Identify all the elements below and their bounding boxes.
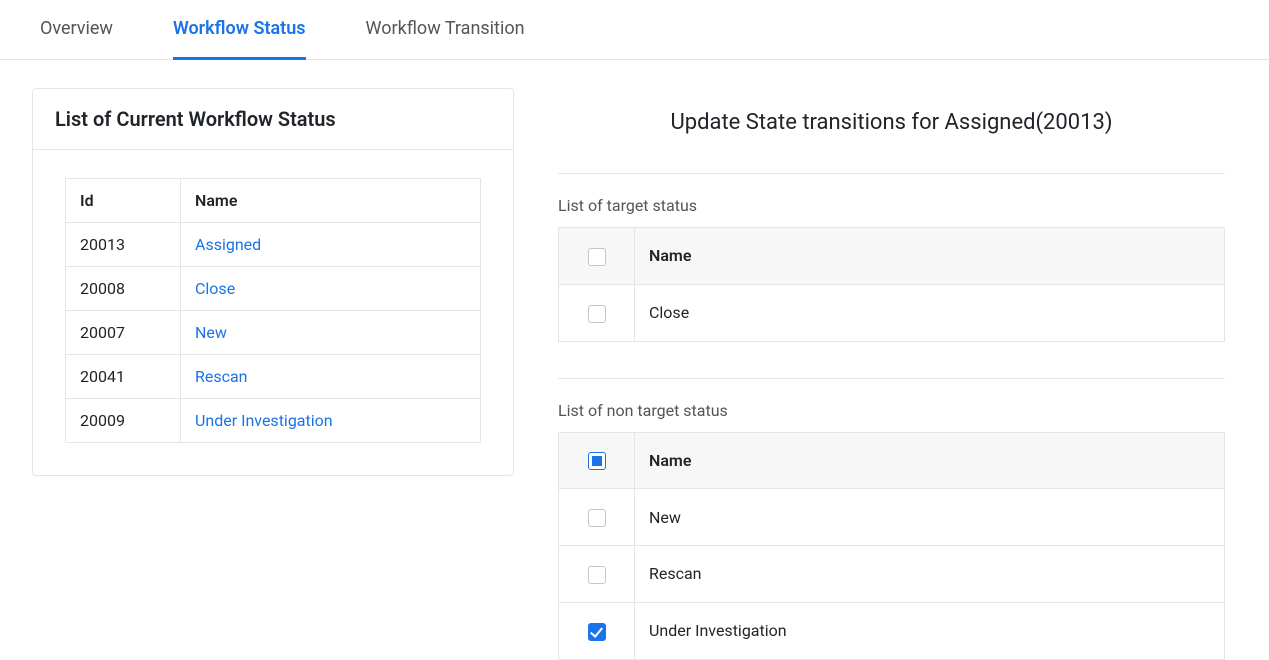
nontarget-row: Rescan	[559, 546, 1225, 603]
table-row: 20008 Close	[66, 267, 481, 311]
status-link[interactable]: Close	[195, 279, 235, 298]
status-name-cell: Under Investigation	[181, 399, 481, 443]
checkbox-cell	[559, 489, 635, 546]
workflow-status-panel-title: List of Current Workflow Status	[33, 89, 513, 150]
status-id-cell: 20009	[66, 399, 181, 443]
tab-overview[interactable]: Overview	[40, 0, 113, 60]
col-header-name: Name	[181, 179, 481, 223]
main-container: List of Current Workflow Status Id Name …	[0, 60, 1269, 660]
workflow-status-panel: List of Current Workflow Status Id Name …	[32, 88, 514, 476]
table-row: 20009 Under Investigation	[66, 399, 481, 443]
transitions-title: Update State transitions for Assigned(20…	[558, 88, 1225, 174]
status-link[interactable]: New	[195, 323, 227, 342]
table-row: 20007 New	[66, 311, 481, 355]
target-status-table: Name Close	[558, 227, 1225, 342]
transitions-panel: Update State transitions for Assigned(20…	[528, 88, 1255, 660]
status-name-cell: Rescan	[181, 355, 481, 399]
row-name-cell: Under Investigation	[635, 602, 1225, 659]
row-checkbox[interactable]	[588, 566, 606, 584]
nontarget-status-label: List of non target status	[558, 401, 1225, 420]
target-name-header: Name	[635, 228, 1225, 285]
nontarget-status-table: Name NewRescanUnder Investigation	[558, 432, 1225, 660]
row-checkbox[interactable]	[588, 305, 606, 323]
row-name-cell: New	[635, 489, 1225, 546]
row-name-cell: Rescan	[635, 546, 1225, 603]
nontarget-row: New	[559, 489, 1225, 546]
workflow-status-panel-body: Id Name 20013Assigned20008Close20007New2…	[33, 150, 513, 475]
table-row: 20013 Assigned	[66, 223, 481, 267]
status-id-cell: 20013	[66, 223, 181, 267]
status-name-cell: Close	[181, 267, 481, 311]
checkbox-cell	[559, 284, 635, 341]
target-row: Close	[559, 284, 1225, 341]
status-link[interactable]: Under Investigation	[195, 411, 333, 430]
status-link[interactable]: Assigned	[195, 235, 261, 254]
row-checkbox[interactable]	[588, 623, 606, 641]
section-divider	[558, 378, 1225, 379]
nontarget-name-header: Name	[635, 432, 1225, 489]
row-checkbox[interactable]	[588, 509, 606, 527]
status-id-cell: 20008	[66, 267, 181, 311]
status-id-cell: 20041	[66, 355, 181, 399]
tab-workflow-status[interactable]: Workflow Status	[173, 0, 306, 60]
row-name-cell: Close	[635, 284, 1225, 341]
status-name-cell: Assigned	[181, 223, 481, 267]
status-id-cell: 20007	[66, 311, 181, 355]
target-status-label: List of target status	[558, 196, 1225, 215]
tabs: Overview Workflow Status Workflow Transi…	[0, 0, 1269, 60]
checkbox-cell	[559, 602, 635, 659]
col-header-id: Id	[66, 179, 181, 223]
target-tbody: Close	[559, 284, 1225, 341]
status-link[interactable]: Rescan	[195, 367, 248, 386]
target-select-all-checkbox[interactable]	[588, 248, 606, 266]
checkbox-cell	[559, 546, 635, 603]
target-select-all-cell	[559, 228, 635, 285]
tab-workflow-transition[interactable]: Workflow Transition	[366, 0, 525, 60]
nontarget-row: Under Investigation	[559, 602, 1225, 659]
workflow-status-tbody: 20013 Assigned 20008 Close 20007 New 20041 Resc…	[66, 223, 481, 443]
nontarget-tbody: NewRescanUnder Investigation	[559, 489, 1225, 659]
workflow-status-table: Id Name 20013Assigned20008Close20007New2…	[65, 178, 481, 443]
nontarget-select-all-cell	[559, 432, 635, 489]
status-name-cell: New	[181, 311, 481, 355]
nontarget-select-all-checkbox[interactable]	[588, 452, 606, 470]
table-row: 20041 Rescan	[66, 355, 481, 399]
